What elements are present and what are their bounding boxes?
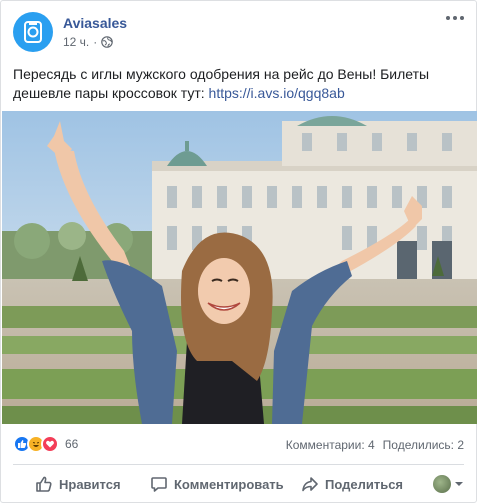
post-as-selector[interactable] <box>433 468 464 500</box>
post-photo[interactable] <box>2 111 477 424</box>
chevron-down-icon <box>455 482 463 486</box>
post-timestamp[interactable]: 12 ч. <box>63 35 89 49</box>
share-arrow-icon <box>302 477 318 492</box>
like-button-label: Нравится <box>59 476 121 492</box>
actions-divider <box>13 464 464 465</box>
post-actions: Нравится Комментировать Поделиться <box>13 468 464 500</box>
love-reaction-icon <box>41 435 59 453</box>
globe-icon <box>101 36 114 48</box>
post-meta: 12 ч. · <box>63 35 114 49</box>
post-header: Aviasales 12 ч. · <box>13 12 464 56</box>
post-stats: 66 Комментарии: 4 Поделились: 2 <box>13 433 464 455</box>
reactions-summary[interactable]: 66 <box>13 435 78 453</box>
comment-bubble-icon <box>151 477 167 492</box>
comments-count-link[interactable]: Комментарии: 4 <box>286 438 375 452</box>
comment-button-label: Комментировать <box>174 476 284 492</box>
post-message: Пересядь с иглы мужского одобрения на ре… <box>13 65 463 103</box>
user-mini-avatar <box>433 475 451 493</box>
share-button-label: Поделиться <box>325 476 404 492</box>
reaction-count: 66 <box>65 437 79 451</box>
comment-button[interactable]: Комментировать <box>150 468 284 500</box>
photo-woman-arms-raised-belvedere-palace <box>2 111 477 424</box>
page-avatar[interactable] <box>13 12 53 52</box>
post-link[interactable]: https://i.avs.io/qgq8ab <box>209 85 345 101</box>
aviasales-logo-icon <box>24 21 42 43</box>
like-button[interactable]: Нравится <box>35 468 121 500</box>
stats-right: Комментарии: 4 Поделились: 2 <box>286 438 464 452</box>
post-card: Aviasales 12 ч. · Пересядь с иглы мужско… <box>0 0 477 503</box>
shares-count-link[interactable]: Поделились: 2 <box>383 438 464 452</box>
share-button[interactable]: Поделиться <box>301 468 403 500</box>
thumbs-up-icon <box>36 476 52 492</box>
meta-separator: · <box>93 35 98 49</box>
page-name-link[interactable]: Aviasales <box>63 15 127 31</box>
more-options-icon[interactable] <box>446 16 464 20</box>
